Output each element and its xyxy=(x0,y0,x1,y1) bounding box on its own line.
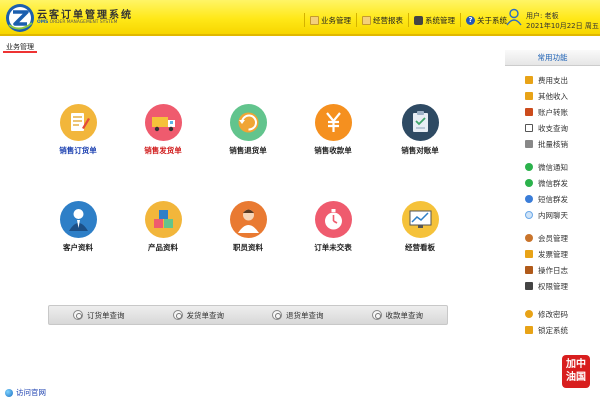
query-order-button[interactable]: 订货单查询 xyxy=(49,306,149,324)
sidebar-item-permission-management[interactable]: 权限管理 xyxy=(525,280,568,292)
sms-icon xyxy=(525,195,533,203)
invoice-icon xyxy=(525,250,533,258)
gear-icon xyxy=(414,15,423,25)
search-icon xyxy=(172,310,183,320)
nav-business-reports[interactable]: 经营报表 xyxy=(356,13,408,27)
folder-icon xyxy=(362,15,371,25)
wechat-icon xyxy=(525,179,533,187)
return-cycle-icon xyxy=(229,104,267,141)
search-icon xyxy=(73,310,83,320)
tile-sales-delivery[interactable]: 销售发货单 xyxy=(123,104,203,164)
customer-icon xyxy=(59,201,97,238)
tile-sales-order[interactable]: 销售订货单 xyxy=(38,104,118,164)
top-navigation: 业务管理 经营报表 系统管理 ? 关于系统 xyxy=(304,13,512,27)
nav-business-management[interactable]: 业务管理 xyxy=(304,13,356,27)
batch-icon xyxy=(525,140,533,148)
tile-staff-info[interactable]: 职员资料 xyxy=(208,201,288,261)
current-date: 2021年10月22日 周五 xyxy=(526,22,599,30)
member-icon xyxy=(525,234,533,242)
sidebar-item-operation-log[interactable]: 操作日志 xyxy=(525,264,568,276)
product-boxes-icon xyxy=(144,201,182,238)
delivery-truck-icon xyxy=(144,104,182,141)
app-title: 云客订单管理系统 xyxy=(37,10,133,21)
tile-sales-return[interactable]: 销售退货单 xyxy=(208,104,288,164)
tile-customer-info[interactable]: 客户资料 xyxy=(38,201,118,261)
stopwatch-icon xyxy=(314,201,352,238)
help-icon: ? xyxy=(466,15,475,25)
log-book-icon xyxy=(525,266,533,274)
query-receipt-button[interactable]: 收款单查询 xyxy=(348,306,448,324)
lock-icon xyxy=(525,326,533,334)
china-refuel-stamp-logo: 加中 油国 xyxy=(562,355,590,388)
globe-icon xyxy=(5,388,13,397)
visit-official-site-link[interactable]: 访问官网 xyxy=(5,387,46,398)
wechat-icon xyxy=(525,163,533,171)
tile-product-info[interactable]: 产品资料 xyxy=(123,201,203,261)
user-name: 用户: 老板 xyxy=(526,12,559,20)
app-logo-icon xyxy=(6,4,34,32)
sidebar-item-expense[interactable]: 费用支出 xyxy=(525,74,568,86)
quick-query-bar: 订货单查询 发货单查询 退货单查询 收款单查询 xyxy=(48,305,448,325)
monitor-icon xyxy=(525,282,533,290)
dashboard-chart-icon xyxy=(401,201,439,238)
user-icon xyxy=(506,8,522,26)
sidebar-item-intranet-chat[interactable]: 内网聊天 xyxy=(525,209,568,221)
sidebar-item-lock-system[interactable]: 锁定系统 xyxy=(525,324,568,336)
folder-icon xyxy=(310,15,319,25)
key-icon xyxy=(525,310,533,318)
sidebar-item-other-income[interactable]: 其他收入 xyxy=(525,90,568,102)
ledger-query-icon xyxy=(525,124,533,132)
sidebar-item-wechat-broadcast[interactable]: 微信群发 xyxy=(525,177,568,189)
sidebar-item-invoice-management[interactable]: 发票管理 xyxy=(525,248,568,260)
nav-system-management[interactable]: 系统管理 xyxy=(408,13,460,27)
app-subtitle: OMS ORDER MANAGEMENT SYSTEM xyxy=(37,20,118,25)
query-delivery-button[interactable]: 发货单查询 xyxy=(149,306,249,324)
income-icon xyxy=(525,92,533,100)
sidebar-item-wechat-notice[interactable]: 微信通知 xyxy=(525,161,568,173)
nav-about-system[interactable]: ? 关于系统 xyxy=(460,13,512,27)
order-notebook-icon xyxy=(59,104,97,141)
tile-sales-receipt[interactable]: 销售收款单 xyxy=(293,104,373,164)
sidebar-item-sms-broadcast[interactable]: 短信群发 xyxy=(525,193,568,205)
breadcrumb-tab[interactable]: 业务管理 xyxy=(3,41,37,53)
clipboard-icon xyxy=(401,104,439,141)
sidebar-title: 常用功能 xyxy=(505,50,600,66)
chat-bubble-icon xyxy=(525,211,533,219)
sidebar-item-income-expense-query[interactable]: 收支查询 xyxy=(525,122,568,134)
search-icon xyxy=(272,310,282,320)
transfer-icon xyxy=(525,108,533,116)
tile-undelivered-orders[interactable]: 订单未交表 xyxy=(293,201,373,261)
search-icon xyxy=(371,310,382,320)
sidebar-item-account-transfer[interactable]: 账户转账 xyxy=(525,106,568,118)
wallet-icon xyxy=(525,76,533,84)
tile-business-dashboard[interactable]: 经营看板 xyxy=(380,201,460,261)
tile-sales-statement[interactable]: 销售对账单 xyxy=(380,104,460,164)
query-return-button[interactable]: 退货单查询 xyxy=(248,306,348,324)
sidebar-item-batch-writeoff[interactable]: 批量核销 xyxy=(525,138,568,150)
yuan-icon xyxy=(314,104,352,141)
app-header: 云客订单管理系统 OMS ORDER MANAGEMENT SYSTEM 业务管… xyxy=(0,0,600,36)
sidebar-item-change-password[interactable]: 修改密码 xyxy=(525,308,568,320)
sidebar-item-member-management[interactable]: 会员管理 xyxy=(525,232,568,244)
staff-icon xyxy=(229,201,267,238)
